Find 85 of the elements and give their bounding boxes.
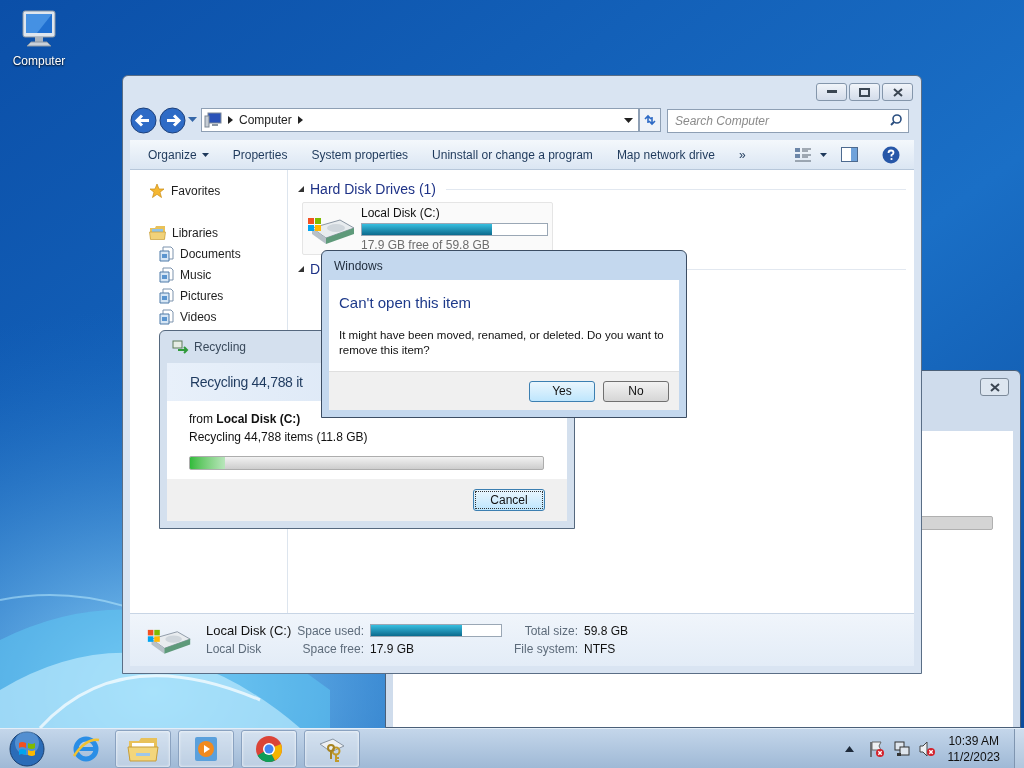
flag-icon[interactable] xyxy=(867,739,886,758)
toolbar-button[interactable]: System properties xyxy=(311,145,409,164)
help-icon[interactable] xyxy=(882,145,900,164)
caret-icon xyxy=(820,152,827,157)
nav-item[interactable]: Music xyxy=(180,265,212,284)
library-icon xyxy=(159,308,174,325)
collapse-icon[interactable] xyxy=(298,186,304,192)
library-icon xyxy=(159,287,174,304)
field-label: File system: xyxy=(513,641,578,658)
field-label: Space free: xyxy=(302,641,364,658)
maximize-icon xyxy=(859,87,870,97)
dialog-title: Recycling xyxy=(194,339,247,356)
drive-free-space: 17.9 GB free of 59.8 GB xyxy=(361,236,491,254)
dialog-heading: Can't open this item xyxy=(339,293,473,313)
close-button[interactable] xyxy=(882,83,913,101)
minimize-icon xyxy=(826,90,837,94)
library-folder-icon xyxy=(149,225,166,240)
forward-icon[interactable] xyxy=(159,106,186,134)
taskbar-button[interactable] xyxy=(115,729,171,768)
field-label: Total size: xyxy=(524,623,578,640)
search-icon xyxy=(890,114,902,126)
desktop-icon-label[interactable]: Computer xyxy=(12,52,66,70)
message-text: It might have been moved, renamed, or deleted. Do you want to remove this item? xyxy=(339,327,665,358)
speaker-muted-icon[interactable] xyxy=(917,739,936,758)
toolbar-button[interactable]: Properties xyxy=(232,145,288,164)
refresh-icon xyxy=(643,114,657,126)
progress-text: Recycling 44,788 items (11.8 GB) xyxy=(189,429,369,446)
nav-item[interactable]: Pictures xyxy=(180,286,224,305)
close-icon xyxy=(989,382,1000,392)
media-player-icon xyxy=(193,734,219,763)
field-value: 59.8 GB xyxy=(584,623,628,640)
minimize-button[interactable] xyxy=(816,83,847,101)
library-icon xyxy=(159,245,174,262)
chevron-icon[interactable] xyxy=(228,116,233,124)
dialog-button[interactable]: Yes xyxy=(529,380,595,402)
group-header[interactable]: Hard Disk Drives (1) xyxy=(310,178,436,200)
search-field[interactable]: Search Computer xyxy=(667,109,909,133)
details-view-icon xyxy=(794,146,812,163)
source-text: from Local Disk (C:) xyxy=(189,411,302,428)
preview-pane-icon[interactable] xyxy=(841,147,858,162)
cancel-button[interactable]: Cancel xyxy=(473,489,545,511)
nav-item[interactable]: Documents xyxy=(180,244,241,263)
nav-item[interactable]: Favorites xyxy=(171,181,221,200)
dialog-heading: Recycling 44,788 it xyxy=(190,372,303,392)
dropdown-icon[interactable] xyxy=(624,117,633,123)
star-icon xyxy=(149,182,165,199)
drive-name: Local Disk (C:) xyxy=(361,204,441,222)
show-hidden-icons-icon[interactable] xyxy=(844,745,854,752)
recycle-icon xyxy=(172,340,190,354)
field-label: Space used: xyxy=(297,623,364,640)
refresh-button[interactable] xyxy=(639,108,661,132)
close-button[interactable] xyxy=(980,378,1009,396)
taskbar-button[interactable] xyxy=(304,729,360,768)
chevron-icon[interactable] xyxy=(297,116,303,124)
address-bar[interactable]: Computer xyxy=(201,108,639,132)
maximize-button[interactable] xyxy=(849,83,880,101)
nav-item[interactable]: Videos xyxy=(180,307,217,326)
start-button[interactable] xyxy=(8,729,46,768)
drive-type: Local Disk xyxy=(206,641,263,658)
drive-name: Local Disk (C:) xyxy=(206,622,292,640)
nav-item[interactable]: Libraries xyxy=(172,223,219,242)
group-header[interactable]: D xyxy=(310,258,321,280)
library-icon xyxy=(159,266,174,283)
view-options-button[interactable] xyxy=(794,146,827,163)
drive-tile[interactable]: Local Disk (C:) 17.9 GB free of 59.8 GB xyxy=(302,202,553,255)
chrome-icon xyxy=(254,733,284,764)
dialog-button[interactable]: No xyxy=(603,380,669,402)
close-icon xyxy=(892,87,903,97)
field-value: NTFS xyxy=(584,641,617,658)
toolbar-button[interactable]: Organize xyxy=(148,145,209,164)
toolbar-button[interactable]: Uninstall or change a program xyxy=(432,145,593,164)
computer-icon xyxy=(204,112,222,128)
toolbar-button[interactable]: » xyxy=(738,145,746,164)
clock-time[interactable]: 10:39 AM xyxy=(948,732,1000,749)
taskbar-button[interactable] xyxy=(241,729,297,768)
address-text[interactable]: Computer xyxy=(239,111,292,129)
show-desktop-button[interactable] xyxy=(1014,728,1024,768)
network-icon[interactable] xyxy=(892,739,911,758)
caret-icon xyxy=(201,152,209,157)
dialog-title: Windows xyxy=(334,257,383,275)
collapse-icon[interactable] xyxy=(298,266,304,272)
clock-date[interactable]: 11/2/2023 xyxy=(947,748,1000,765)
back-icon[interactable] xyxy=(130,106,157,134)
field-value: 17.9 GB xyxy=(369,641,415,658)
toolbar-button[interactable]: Map network drive xyxy=(616,145,715,164)
